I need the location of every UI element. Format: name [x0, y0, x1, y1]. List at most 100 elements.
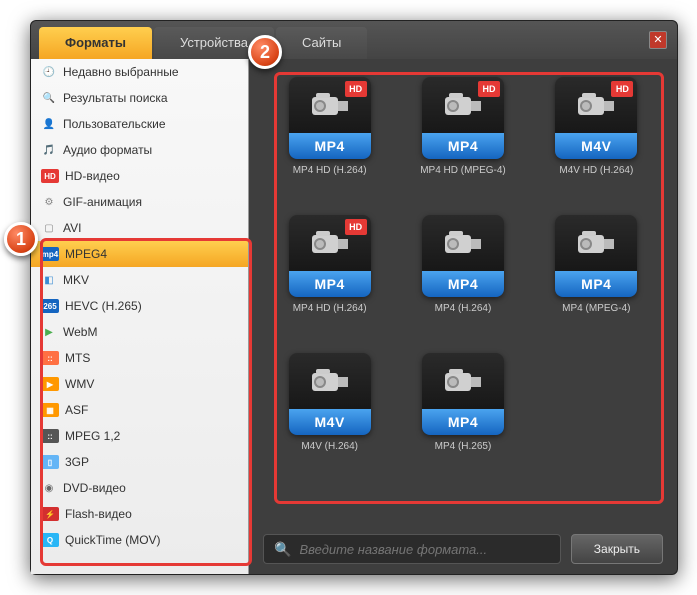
sidebar-item-8[interactable]: ◧MKV: [31, 267, 248, 293]
sidebar-item-13[interactable]: ▦ ASF: [31, 397, 248, 423]
format-band: MP4: [555, 271, 637, 297]
format-band: M4V: [555, 133, 637, 159]
format-thumb: M4V: [289, 353, 371, 435]
265-icon: 265: [41, 299, 59, 313]
audio-icon: 🎵: [41, 142, 57, 158]
sidebar-item-4[interactable]: HD HD-видео: [31, 163, 248, 189]
sidebar-item-label: WMV: [65, 377, 94, 391]
sidebar-item-3[interactable]: 🎵 Аудио форматы: [31, 137, 248, 163]
camcorder-icon: [572, 225, 620, 261]
format-band: MP4: [422, 133, 504, 159]
format-band: MP4: [289, 271, 371, 297]
dvd-icon: ◉: [41, 480, 57, 496]
sidebar-item-label: DVD-видео: [63, 481, 126, 495]
dialog-body: 🕘 Недавно выбранные 🔍 Результаты поиска 👤Пол…: [31, 59, 677, 574]
format-band: MP4: [422, 409, 504, 435]
format-item-1[interactable]: MP4 HD MP4 HD (MPEG-4): [406, 77, 519, 207]
sidebar-item-label: HEVC (H.265): [65, 299, 142, 313]
3gp-icon: ▯: [41, 455, 59, 469]
hd-badge: HD: [345, 219, 367, 235]
format-item-5[interactable]: MP4 MP4 (MPEG-4): [540, 215, 653, 345]
format-thumb: MP4HD: [289, 77, 371, 159]
close-icon[interactable]: ✕: [649, 31, 667, 49]
sidebar-item-label: QuickTime (MOV): [65, 533, 161, 547]
mpeg-icon: ::: [41, 429, 59, 443]
format-label: MP4 (H.264): [435, 303, 492, 314]
sidebar-item-12[interactable]: ▶ WMV: [31, 371, 248, 397]
sidebar-item-6[interactable]: ▢AVI: [31, 215, 248, 241]
format-band: M4V: [289, 409, 371, 435]
marker-2: 2: [248, 35, 282, 69]
format-thumb: M4VHD: [555, 77, 637, 159]
sidebar-item-2[interactable]: 👤Пользовательские: [31, 111, 248, 137]
sidebar-item-10[interactable]: ▶ WebM: [31, 319, 248, 345]
sidebar-item-1[interactable]: 🔍 Результаты поиска: [31, 85, 248, 111]
sidebar-item-11[interactable]: ::MTS: [31, 345, 248, 371]
main-panel: MP4 HD MP4 HD (H.264) MP4 HD MP4 HD (MPEG-4)…: [249, 59, 677, 574]
sidebar-item-label: MPEG 1,2: [65, 429, 120, 443]
format-label: MP4 HD (H.264): [293, 303, 367, 314]
clock-icon: 🕘: [41, 64, 57, 80]
sidebar-item-17[interactable]: ⚡ Flash-видео: [31, 501, 248, 527]
camcorder-icon: [439, 225, 487, 261]
sidebar-item-7[interactable]: mp4 MPEG4: [31, 241, 248, 267]
sidebar-item-label: MPEG4: [65, 247, 107, 261]
sidebar-item-label: Недавно выбранные: [63, 65, 179, 79]
format-grid: MP4 HD MP4 HD (H.264) MP4 HD MP4 HD (MPEG-4)…: [263, 71, 663, 524]
sidebar-item-9[interactable]: 265 HEVC (H.265): [31, 293, 248, 319]
hd-icon: HD: [41, 169, 59, 183]
format-item-7[interactable]: MP4 MP4 (H.265): [406, 353, 519, 483]
sidebar-item-label: Flash-видео: [65, 507, 132, 521]
marker-1: 1: [4, 222, 38, 256]
mp4-icon: mp4: [41, 247, 59, 261]
sidebar-item-5[interactable]: ⚙GIF-анимация: [31, 189, 248, 215]
sidebar: 🕘 Недавно выбранные 🔍 Результаты поиска 👤Пол…: [31, 59, 249, 574]
sidebar-item-label: MTS: [65, 351, 90, 365]
hd-badge: HD: [478, 81, 500, 97]
sidebar-item-14[interactable]: ::MPEG 1,2: [31, 423, 248, 449]
format-item-2[interactable]: M4VHD M4V HD (H.264): [540, 77, 653, 207]
format-band: MP4: [289, 133, 371, 159]
search-icon: 🔍: [274, 541, 291, 558]
sidebar-item-label: Результаты поиска: [63, 91, 168, 105]
sidebar-item-label: WebM: [63, 325, 97, 339]
search-box[interactable]: 🔍: [263, 534, 561, 564]
format-label: M4V (H.264): [301, 441, 358, 452]
sidebar-item-label: Пользовательские: [63, 117, 166, 131]
sidebar-item-label: MKV: [63, 273, 89, 287]
sidebar-item-16[interactable]: ◉ DVD-видео: [31, 475, 248, 501]
search-icon: 🔍: [41, 90, 57, 106]
sidebar-item-label: HD-видео: [65, 169, 120, 183]
close-button[interactable]: Закрыть: [571, 534, 663, 564]
sidebar-item-label: Аудио форматы: [63, 143, 152, 157]
camcorder-icon: [306, 363, 354, 399]
format-label: MP4 HD (H.264): [293, 165, 367, 176]
tab-0[interactable]: Форматы: [39, 27, 152, 59]
format-item-3[interactable]: MP4 HD MP4 HD (H.264): [273, 215, 386, 345]
tab-2[interactable]: Сайты: [276, 27, 367, 59]
format-label: MP4 (H.265): [435, 441, 492, 452]
format-band: MP4: [422, 271, 504, 297]
format-item-4[interactable]: MP4 MP4 (H.264): [406, 215, 519, 345]
play-icon: ▶: [41, 324, 57, 340]
asf-icon: ▦: [41, 403, 59, 417]
tabs-bar: ФорматыУстройстваСайты✕: [31, 21, 677, 59]
search-input[interactable]: [299, 542, 549, 557]
format-thumb: MP4: [422, 353, 504, 435]
sidebar-item-label: ASF: [65, 403, 88, 417]
sidebar-item-label: AVI: [63, 221, 81, 235]
format-item-0[interactable]: MP4HD MP4 HD (H.264): [273, 77, 386, 207]
camcorder-icon: [439, 363, 487, 399]
sidebar-item-0[interactable]: 🕘 Недавно выбранные: [31, 59, 248, 85]
format-item-6[interactable]: M4V M4V (H.264): [273, 353, 386, 483]
format-label: MP4 (MPEG-4): [562, 303, 630, 314]
flash-icon: ⚡: [41, 507, 59, 521]
sidebar-item-18[interactable]: Q QuickTime (MOV): [31, 527, 248, 553]
sidebar-item-15[interactable]: ▯ 3GP: [31, 449, 248, 475]
qt-icon: Q: [41, 533, 59, 547]
sidebar-item-label: 3GP: [65, 455, 89, 469]
format-label: MP4 HD (MPEG-4): [420, 165, 506, 176]
format-thumb: MP4 HD: [422, 77, 504, 159]
format-label: M4V HD (H.264): [559, 165, 633, 176]
wmv-icon: ▶: [41, 377, 59, 391]
